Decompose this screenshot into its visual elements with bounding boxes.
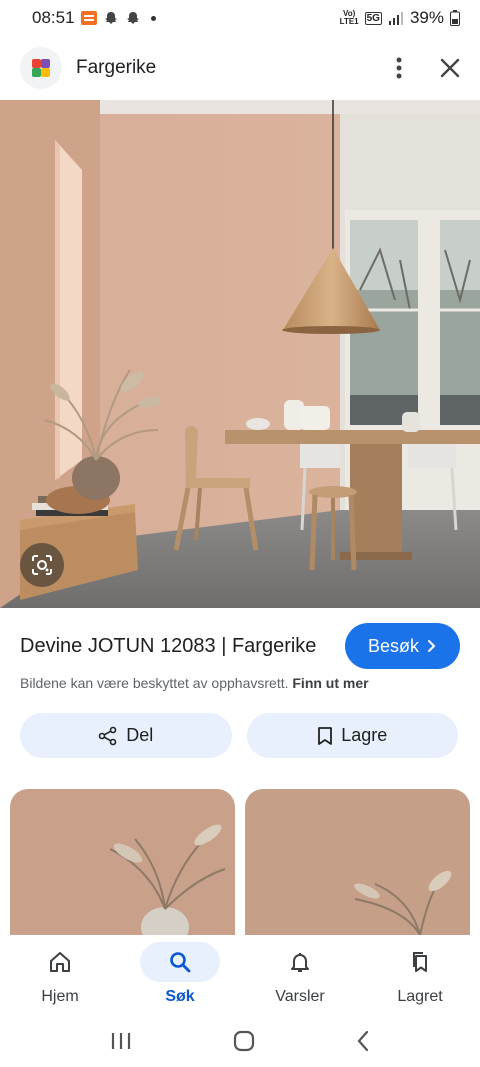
related-images (10, 789, 470, 935)
snapchat-icon-2 (126, 12, 139, 24)
app-notification-icon (80, 11, 97, 25)
nav-saved[interactable]: Lagret (360, 935, 480, 1015)
nav-notifications[interactable]: Varsler (240, 935, 360, 1015)
save-button[interactable]: Lagre (246, 713, 458, 758)
system-navigation (0, 1015, 480, 1067)
more-options-icon[interactable] (396, 57, 402, 79)
site-name[interactable]: Fargerike (76, 57, 156, 79)
nav-search-label: Søk (165, 988, 195, 1005)
visit-label: Besøk (367, 635, 419, 656)
related-image-2[interactable] (245, 789, 470, 935)
signal-icon (388, 12, 403, 25)
copyright-notice: Bildene kan være beskyttet av opphavsret… (20, 675, 369, 691)
nav-home-icon-wrap (20, 942, 100, 982)
header-actions (396, 57, 460, 79)
pampas-vase-image-1 (10, 789, 235, 935)
result-image[interactable] (0, 100, 480, 608)
visit-button[interactable]: Besøk (345, 623, 460, 669)
home-icon (50, 952, 70, 972)
bottom-navigation: Hjem Søk Varsler Lagret (0, 935, 480, 1015)
app-header: Fargerike (0, 40, 480, 96)
share-icon (98, 726, 117, 745)
lens-icon (32, 555, 52, 575)
nav-notifications-icon-wrap (260, 942, 340, 982)
snapchat-icon (104, 12, 117, 24)
home-button-icon[interactable] (233, 1030, 255, 1052)
status-right: Vo) LTE1 5G 39% (340, 8, 460, 28)
bell-icon (291, 953, 309, 972)
lte-label: LTE1 (339, 17, 359, 26)
related-image-1[interactable] (10, 789, 235, 935)
nav-saved-label: Lagret (397, 988, 443, 1005)
bookmark-icon (318, 726, 333, 745)
save-label: Lagre (341, 725, 388, 745)
chevron-right-icon (428, 640, 436, 652)
status-bar: 08:51 Vo) LTE1 5G 39% (0, 0, 480, 36)
dining-room-illustration (0, 100, 480, 608)
more-notifications-dot (150, 15, 156, 21)
share-button[interactable]: Del (20, 713, 232, 758)
nav-saved-icon-wrap (380, 942, 460, 982)
nav-notifications-label: Varsler (275, 988, 325, 1005)
search-icon (170, 952, 191, 973)
bookmarks-icon (413, 952, 427, 972)
result-title-row: Devine JOTUN 12083 | Fargerike Besøk (20, 622, 460, 670)
nav-search-icon-wrap (140, 942, 220, 982)
site-logo[interactable] (20, 47, 62, 89)
result-title[interactable]: Devine JOTUN 12083 | Fargerike (20, 635, 316, 658)
learn-more-link[interactable]: Finn ut mer (292, 675, 368, 691)
network-5g-badge: 5G (364, 11, 382, 25)
copyright-text: Bildene kan være beskyttet av opphavsret… (20, 675, 289, 691)
close-icon[interactable] (440, 58, 460, 78)
status-time: 08:51 (32, 8, 75, 27)
pampas-vase-image-2 (245, 789, 470, 935)
action-row: Del Lagre (20, 713, 458, 758)
fargerike-logo-icon (32, 59, 50, 77)
nav-home-label: Hjem (41, 988, 79, 1005)
nav-home[interactable]: Hjem (0, 935, 120, 1015)
share-label: Del (126, 725, 154, 745)
visual-search-button[interactable] (20, 543, 64, 587)
nav-search[interactable]: Søk (120, 935, 240, 1015)
status-left: 08:51 (32, 8, 156, 28)
volte-indicator: Vo) LTE1 (340, 10, 359, 26)
recent-apps-icon[interactable] (110, 1031, 132, 1051)
battery-percent: 39% (409, 8, 444, 27)
back-icon[interactable] (356, 1030, 370, 1052)
battery-icon (450, 10, 460, 26)
